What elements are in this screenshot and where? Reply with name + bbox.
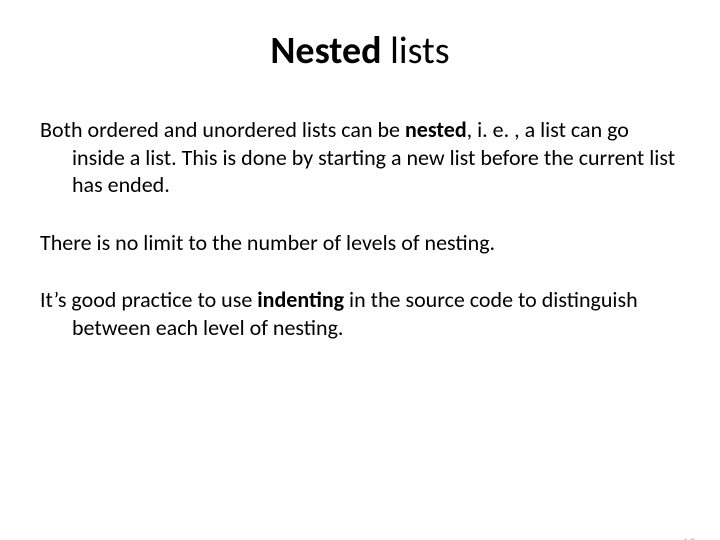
p1-bold: nested [405,116,467,143]
p3-bold: indenting [257,286,344,313]
page-number: 15 [682,535,696,540]
title-bold: Nested [270,28,381,74]
p1-pre: Both ordered and unordered lists can be [40,116,405,143]
title-rest: lists [382,28,450,74]
slide-body: Both ordered and unordered lists can be … [0,116,720,341]
slide: Nested lists Both ordered and unordered … [0,28,720,540]
p2-text: There is no limit to the number of level… [40,229,680,257]
slide-title: Nested lists [0,28,720,74]
p3-pre: It’s good practice to use [40,286,257,313]
paragraph-1: Both ordered and unordered lists can be … [40,116,680,199]
paragraph-2: There is no limit to the number of level… [40,229,680,257]
paragraph-3: It’s good practice to use indenting in t… [40,286,680,341]
